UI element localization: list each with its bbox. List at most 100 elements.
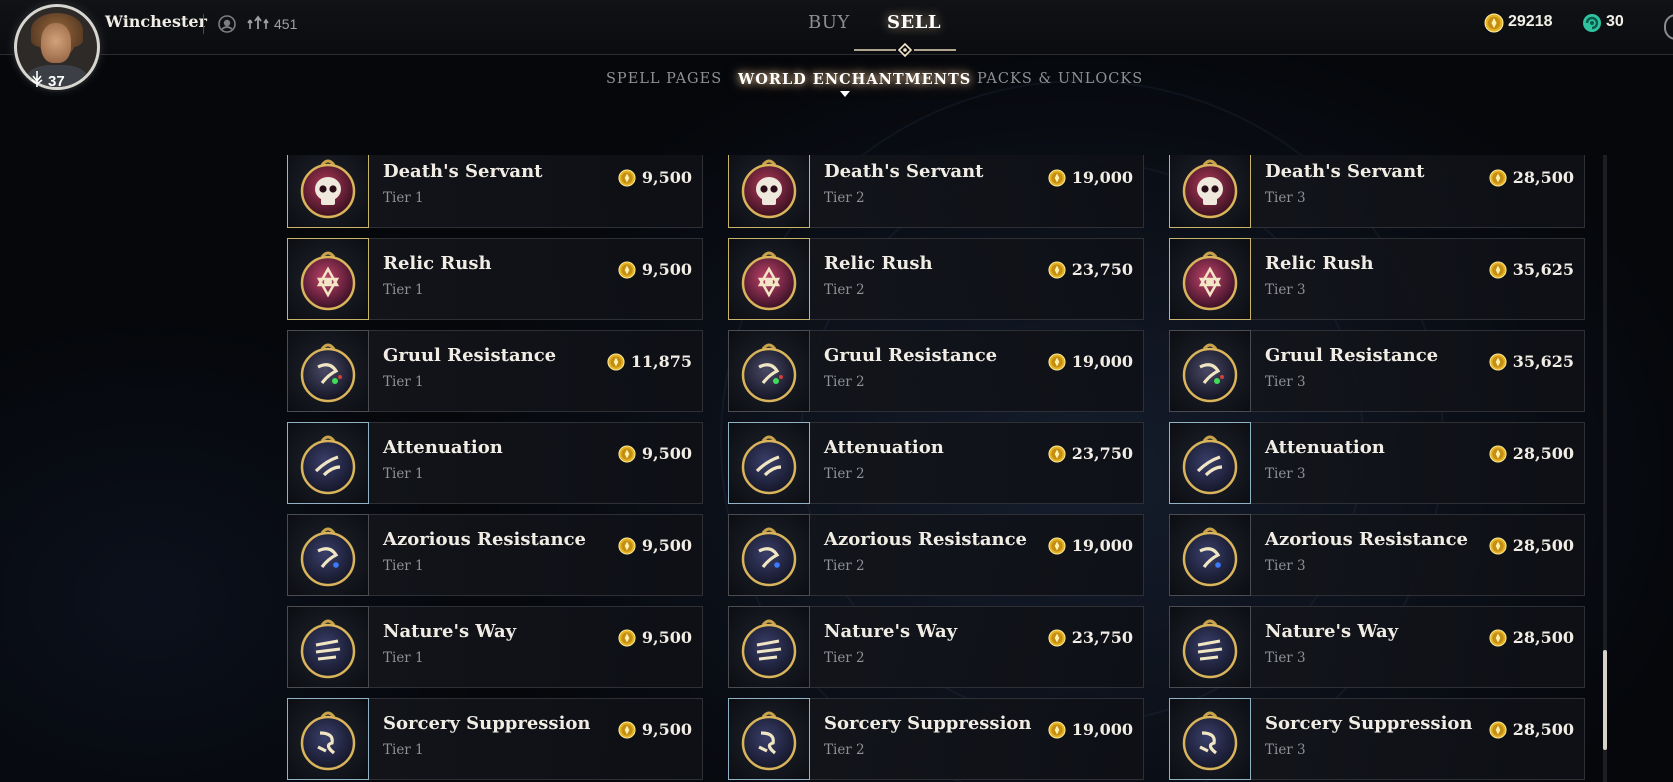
sell-price: 28,500 [1489, 720, 1574, 739]
enchantment-name: Relic Rush [383, 253, 492, 274]
enchantment-tier: Tier 3 [1265, 558, 1306, 574]
swirl-orb-icon [728, 422, 810, 504]
gold-coin-icon [1489, 168, 1507, 187]
enchantment-name: Sorcery Suppression [383, 713, 591, 734]
price-value: 28,500 [1512, 444, 1574, 463]
enchantment-card[interactable]: Relic Rush Tier 1 9,500 [287, 238, 703, 320]
gold-coin-icon [618, 168, 636, 187]
gold-coin-icon [1048, 260, 1066, 279]
enchantment-card[interactable]: Attenuation Tier 3 28,500 [1169, 422, 1585, 504]
enchantment-card[interactable]: Death's Servant Tier 3 28,500 [1169, 155, 1585, 228]
enchantment-name: Attenuation [824, 437, 944, 458]
top-bar: Winchester 451 BUY SELL 29218 30 [0, 0, 1673, 58]
price-value: 9,500 [641, 260, 692, 279]
gold-coin-icon [618, 260, 636, 279]
gold-coin-icon [1484, 13, 1504, 33]
gold-coin-icon [618, 536, 636, 555]
enchantment-card[interactable]: Death's Servant Tier 1 9,500 [287, 155, 703, 228]
subtab-packs-unlocks[interactable]: PACKS & UNLOCKS [977, 71, 1143, 87]
enchantment-card[interactable]: Azorious Resistance Tier 2 19,000 [728, 514, 1144, 596]
enchantment-name: Gruul Resistance [383, 345, 557, 366]
enchantment-card[interactable]: Nature's Way Tier 1 9,500 [287, 606, 703, 688]
price-value: 9,500 [641, 444, 692, 463]
claw-orb-icon [728, 606, 810, 688]
gold-coin-icon [1048, 168, 1066, 187]
gold-coin-icon [1048, 536, 1066, 555]
enchantment-tier: Tier 2 [824, 650, 865, 666]
menu-edge-button[interactable] [1664, 14, 1673, 40]
player-name: Winchester [105, 12, 207, 31]
hexagram-icon [728, 238, 810, 320]
sell-price: 9,500 [618, 628, 692, 647]
enchantment-card[interactable]: Death's Servant Tier 2 19,000 [728, 155, 1144, 228]
hexagram-icon [1169, 238, 1251, 320]
enchantment-name: Death's Servant [1265, 161, 1425, 182]
enchantment-card[interactable]: Attenuation Tier 1 9,500 [287, 422, 703, 504]
tab-sell[interactable]: SELL [887, 12, 941, 33]
enchantment-card[interactable]: Relic Rush Tier 3 35,625 [1169, 238, 1585, 320]
price-value: 19,000 [1071, 168, 1133, 187]
gold-coin-icon [1048, 352, 1066, 371]
enchantment-card[interactable]: Relic Rush Tier 2 23,750 [728, 238, 1144, 320]
price-value: 9,500 [641, 628, 692, 647]
level-badge: 37 [30, 70, 65, 92]
price-value: 23,750 [1071, 260, 1133, 279]
tab-buy[interactable]: BUY [808, 12, 850, 33]
enchantment-tier: Tier 1 [383, 374, 424, 390]
enchantment-tier: Tier 1 [383, 466, 424, 482]
enchantment-tier: Tier 2 [824, 742, 865, 758]
enchantment-card[interactable]: Nature's Way Tier 2 23,750 [728, 606, 1144, 688]
azorius-orb-icon [1169, 514, 1251, 596]
price-value: 35,625 [1512, 352, 1574, 371]
sell-price: 9,500 [618, 536, 692, 555]
price-value: 28,500 [1512, 720, 1574, 739]
mastery-icon [247, 14, 269, 33]
subtab-world-enchantments[interactable]: WORLD ENCHANTMENTS [738, 71, 971, 88]
gold-amount: 29218 [1508, 13, 1553, 30]
enchantment-grid[interactable]: Death's Servant Tier 1 9,500 Death's Servan… [280, 155, 1600, 782]
gold-coin-icon [607, 352, 625, 371]
sell-price: 28,500 [1489, 536, 1574, 555]
gem-balance: 30 [1582, 13, 1624, 32]
hexagram-icon [287, 238, 369, 320]
subtab-spell-pages[interactable]: SPELL PAGES [606, 71, 722, 87]
scrollbar[interactable] [1603, 155, 1607, 782]
sell-price: 9,500 [618, 444, 692, 463]
divider [203, 14, 204, 34]
enchantment-card[interactable]: Sorcery Suppression Tier 1 9,500 [287, 698, 703, 780]
enchantment-card[interactable]: Azorious Resistance Tier 1 9,500 [287, 514, 703, 596]
shop-screen: Winchester 451 BUY SELL 29218 30 37 SPEL… [0, 0, 1673, 782]
enchantment-card[interactable]: Gruul Resistance Tier 2 19,000 [728, 330, 1144, 412]
claw-orb-icon [1169, 606, 1251, 688]
enchantment-card[interactable]: Sorcery Suppression Tier 2 19,000 [728, 698, 1144, 780]
scrollbar-thumb[interactable] [1603, 650, 1607, 750]
gold-coin-icon [1489, 536, 1507, 555]
gold-coin-icon [1489, 352, 1507, 371]
enchantment-tier: Tier 1 [383, 190, 424, 206]
enchantment-name: Death's Servant [383, 161, 543, 182]
guild-icon[interactable] [217, 14, 237, 38]
gold-coin-icon [1489, 260, 1507, 279]
enchantment-name: Azorious Resistance [383, 529, 587, 550]
enchantment-name: Sorcery Suppression [824, 713, 1032, 734]
sell-price: 28,500 [1489, 444, 1574, 463]
enchantment-tier: Tier 2 [824, 466, 865, 482]
enchantment-tier: Tier 2 [824, 190, 865, 206]
enchantment-tier: Tier 1 [383, 742, 424, 758]
swirl-orb-icon [287, 422, 369, 504]
skull-icon [728, 155, 810, 228]
sell-price: 9,500 [618, 168, 692, 187]
enchantment-card[interactable]: Azorious Resistance Tier 3 28,500 [1169, 514, 1585, 596]
enchantment-card[interactable]: Attenuation Tier 2 23,750 [728, 422, 1144, 504]
enchantment-card[interactable]: Sorcery Suppression Tier 3 28,500 [1169, 698, 1585, 780]
enchantment-tier: Tier 3 [1265, 650, 1306, 666]
enchantment-name: Nature's Way [383, 621, 517, 642]
sell-price: 23,750 [1048, 628, 1133, 647]
enchantment-card[interactable]: Gruul Resistance Tier 3 35,625 [1169, 330, 1585, 412]
enchantment-name: Gruul Resistance [1265, 345, 1439, 366]
enchantment-card[interactable]: Gruul Resistance Tier 1 11,875 [287, 330, 703, 412]
price-value: 11,875 [630, 352, 692, 371]
skull-icon [1169, 155, 1251, 228]
enchantment-name: Gruul Resistance [824, 345, 998, 366]
enchantment-card[interactable]: Nature's Way Tier 3 28,500 [1169, 606, 1585, 688]
